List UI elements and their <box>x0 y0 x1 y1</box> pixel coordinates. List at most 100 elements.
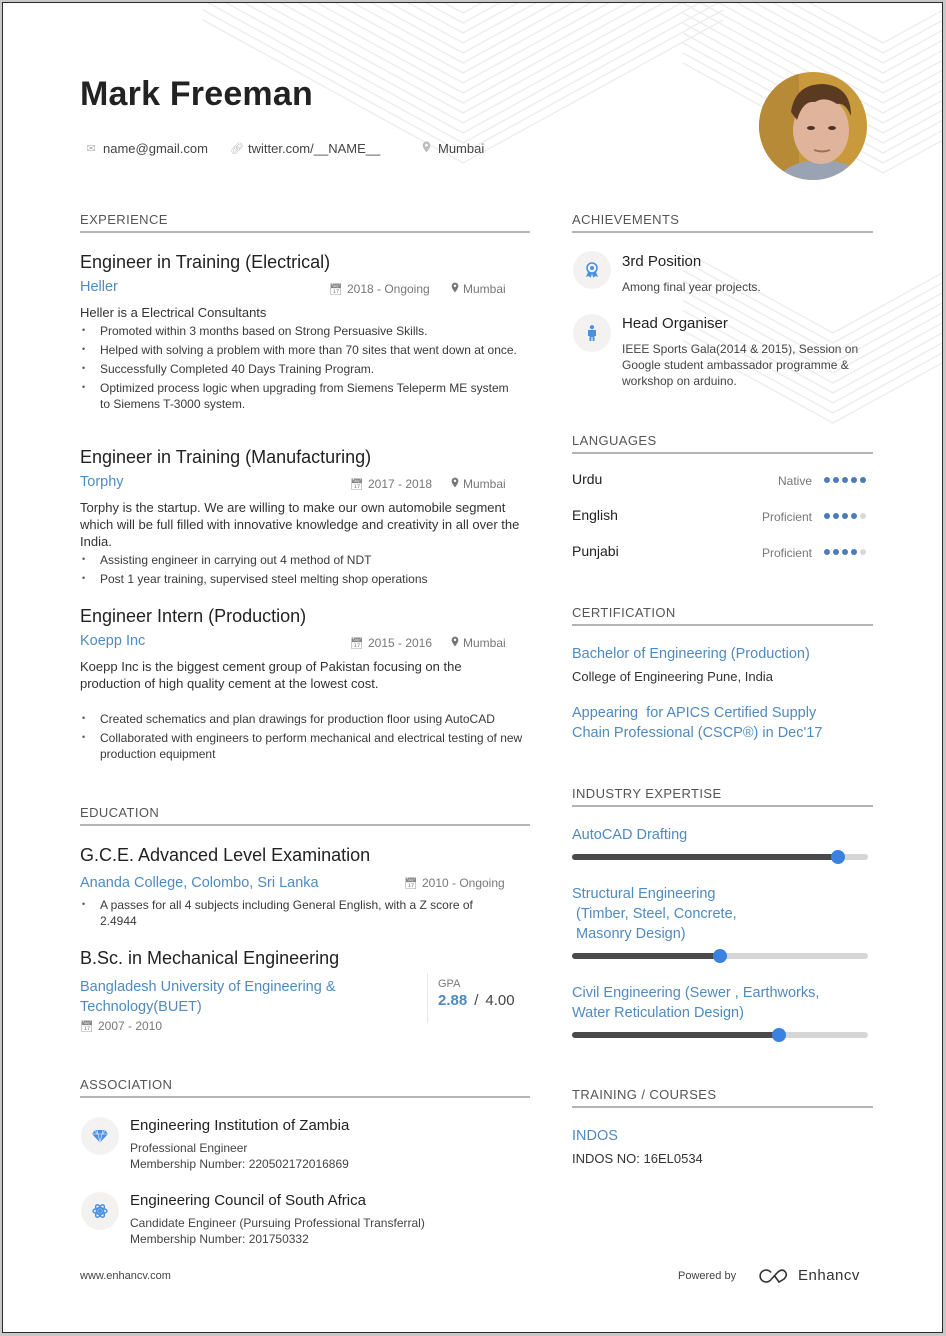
skill-level-fill <box>572 1032 780 1038</box>
at-icon: ✉ <box>86 143 96 155</box>
gpa-max: 4.00 <box>485 992 515 1009</box>
language-row: Urdu Native <box>572 471 868 491</box>
chevron-line <box>352 3 574 64</box>
section-title-training: TRAINING / COURSES <box>572 1087 717 1102</box>
skill-level-knob[interactable] <box>772 1028 787 1042</box>
bullet-item: Assisting engineer in carrying out 4 met… <box>80 551 520 568</box>
company-name[interactable]: Torphy <box>80 474 124 490</box>
language-rating-dots <box>824 549 866 555</box>
skill-level-slider[interactable] <box>572 1028 868 1042</box>
job-dates-text: 2017 - 2018 <box>367 477 433 491</box>
section-title-languages: LANGUAGES <box>572 433 657 448</box>
contact-email-text: name@gmail.com <box>103 141 208 156</box>
education-dates: 📅︎ 2007 - 2010 <box>80 1019 162 1033</box>
training-detail: INDOS NO: 16EL0534 <box>572 1151 703 1166</box>
section-divider <box>572 231 873 233</box>
company-name[interactable]: Koepp Inc <box>80 633 145 649</box>
job-location-text: Mumbai <box>463 477 506 491</box>
rating-dot-filled <box>824 513 830 519</box>
job-title: Engineer in Training (Electrical) <box>80 252 331 272</box>
footer-website-link[interactable]: www.enhancv.com <box>80 1270 171 1282</box>
section-title-experience: EXPERIENCE <box>80 212 168 227</box>
chevron-line <box>443 3 483 14</box>
language-level: Proficient <box>761 546 812 560</box>
calendar-icon: 📅︎ <box>350 478 364 491</box>
language-level: Native <box>777 474 812 488</box>
skill-level-slider[interactable] <box>572 850 868 864</box>
rating-dot-empty <box>860 513 866 519</box>
skill-level-knob[interactable] <box>831 850 846 864</box>
chevron-line <box>334 3 592 74</box>
brand-name: Enhancv <box>798 1267 860 1284</box>
award-ribbon-icon <box>586 262 598 278</box>
contact-twitter[interactable]: 🔗︎ twitter.com/__NAME__ <box>230 141 380 156</box>
contact-location-text: Mumbai <box>438 141 485 156</box>
section-title-education: EDUCATION <box>80 805 160 820</box>
chevron-line <box>736 3 942 84</box>
language-row: Punjabi Proficient <box>572 543 868 563</box>
association-role: Candidate Engineer (Pursuing Professiona… <box>130 1216 425 1230</box>
section-title-industry-expertise: INDUSTRY EXPERTISE <box>572 786 722 801</box>
calendar-icon: 📅︎ <box>80 1020 94 1033</box>
education-bullets: A passes for all 4 subjects including Ge… <box>80 896 510 932</box>
skill-level-knob[interactable] <box>713 949 727 963</box>
school-name[interactable]: Ananda College, Colombo, Sri Lanka <box>80 875 319 891</box>
bullet-item: Created schematics and plan drawings for… <box>80 710 525 727</box>
resume-page: Mark Freeman ✉ name@gmail.com 🔗︎ twitter… <box>2 2 943 1333</box>
job-location: Mumbai <box>451 477 506 491</box>
certification-title[interactable]: Appearing for APICS Certified Supply Cha… <box>572 703 847 743</box>
degree-title: B.Sc. in Mechanical Engineering <box>80 948 340 968</box>
training-title[interactable]: INDOS <box>572 1126 618 1146</box>
atom-icon <box>92 1204 108 1218</box>
language-row: English Proficient <box>572 507 868 527</box>
certification-title[interactable]: Bachelor of Engineering (Production) <box>572 644 852 664</box>
job-location: Mumbai <box>451 636 506 650</box>
job-description: Heller is a Electrical Consultants <box>80 305 267 320</box>
chevron-line <box>790 3 942 54</box>
chevron-line <box>772 3 942 64</box>
rating-dot-filled <box>860 477 866 483</box>
company-name[interactable]: Heller <box>80 279 118 295</box>
section-divider <box>80 824 530 826</box>
language-name: Urdu <box>572 471 603 487</box>
gpa-label: GPA <box>438 978 461 990</box>
job-dates: 📅︎ 2018 - Ongoing <box>329 282 430 296</box>
language-rating-dots <box>824 477 866 483</box>
language-rating-dots <box>824 513 866 519</box>
calendar-icon: 📅︎ <box>404 877 418 890</box>
association-membership: Membership Number: 220502172016869 <box>130 1157 349 1171</box>
association-membership: Membership Number: 201750332 <box>130 1232 309 1246</box>
section-title-association: ASSOCIATION <box>80 1077 173 1092</box>
location-pin-icon <box>420 141 432 156</box>
footer-brand-logo[interactable]: Enhancv <box>758 1267 860 1284</box>
diamond-icon <box>92 1129 108 1143</box>
job-location: Mumbai <box>451 282 506 296</box>
rating-dot-filled <box>842 477 848 483</box>
rating-dot-filled <box>833 513 839 519</box>
gpa-score: 2.88 / 4.00 <box>438 992 515 1009</box>
job-location-text: Mumbai <box>463 636 506 650</box>
section-divider <box>80 1096 530 1098</box>
job-description: Koepp Inc is the biggest cement group of… <box>80 659 462 691</box>
contact-email[interactable]: ✉ name@gmail.com <box>85 141 208 156</box>
association-role: Professional Engineer <box>130 1141 248 1155</box>
section-divider <box>572 624 873 626</box>
job-bullets: Promoted within 3 months based on Strong… <box>80 322 520 415</box>
education-dates-text: 2007 - 2010 <box>97 1019 163 1033</box>
footer-powered-by: Powered by <box>678 1270 737 1282</box>
job-dates-text: 2018 - Ongoing <box>346 282 430 296</box>
section-divider <box>572 452 873 454</box>
language-level: Proficient <box>761 510 812 524</box>
chevron-line <box>207 3 719 144</box>
achievement-title: 3rd Position <box>622 253 702 270</box>
gpa-separator: / <box>474 992 479 1009</box>
chevron-line <box>370 3 556 54</box>
gpa-value: 2.88 <box>438 992 468 1009</box>
school-name[interactable]: Bangladesh University of Engineering & T… <box>80 977 380 1017</box>
job-bullets: Created schematics and plan drawings for… <box>80 710 525 765</box>
rating-dot-filled <box>833 549 839 555</box>
job-title: Engineer Intern (Production) <box>80 606 307 626</box>
education-dates: 📅︎ 2010 - Ongoing <box>404 876 505 890</box>
person-icon <box>588 325 596 341</box>
skill-level-slider[interactable] <box>572 949 868 963</box>
